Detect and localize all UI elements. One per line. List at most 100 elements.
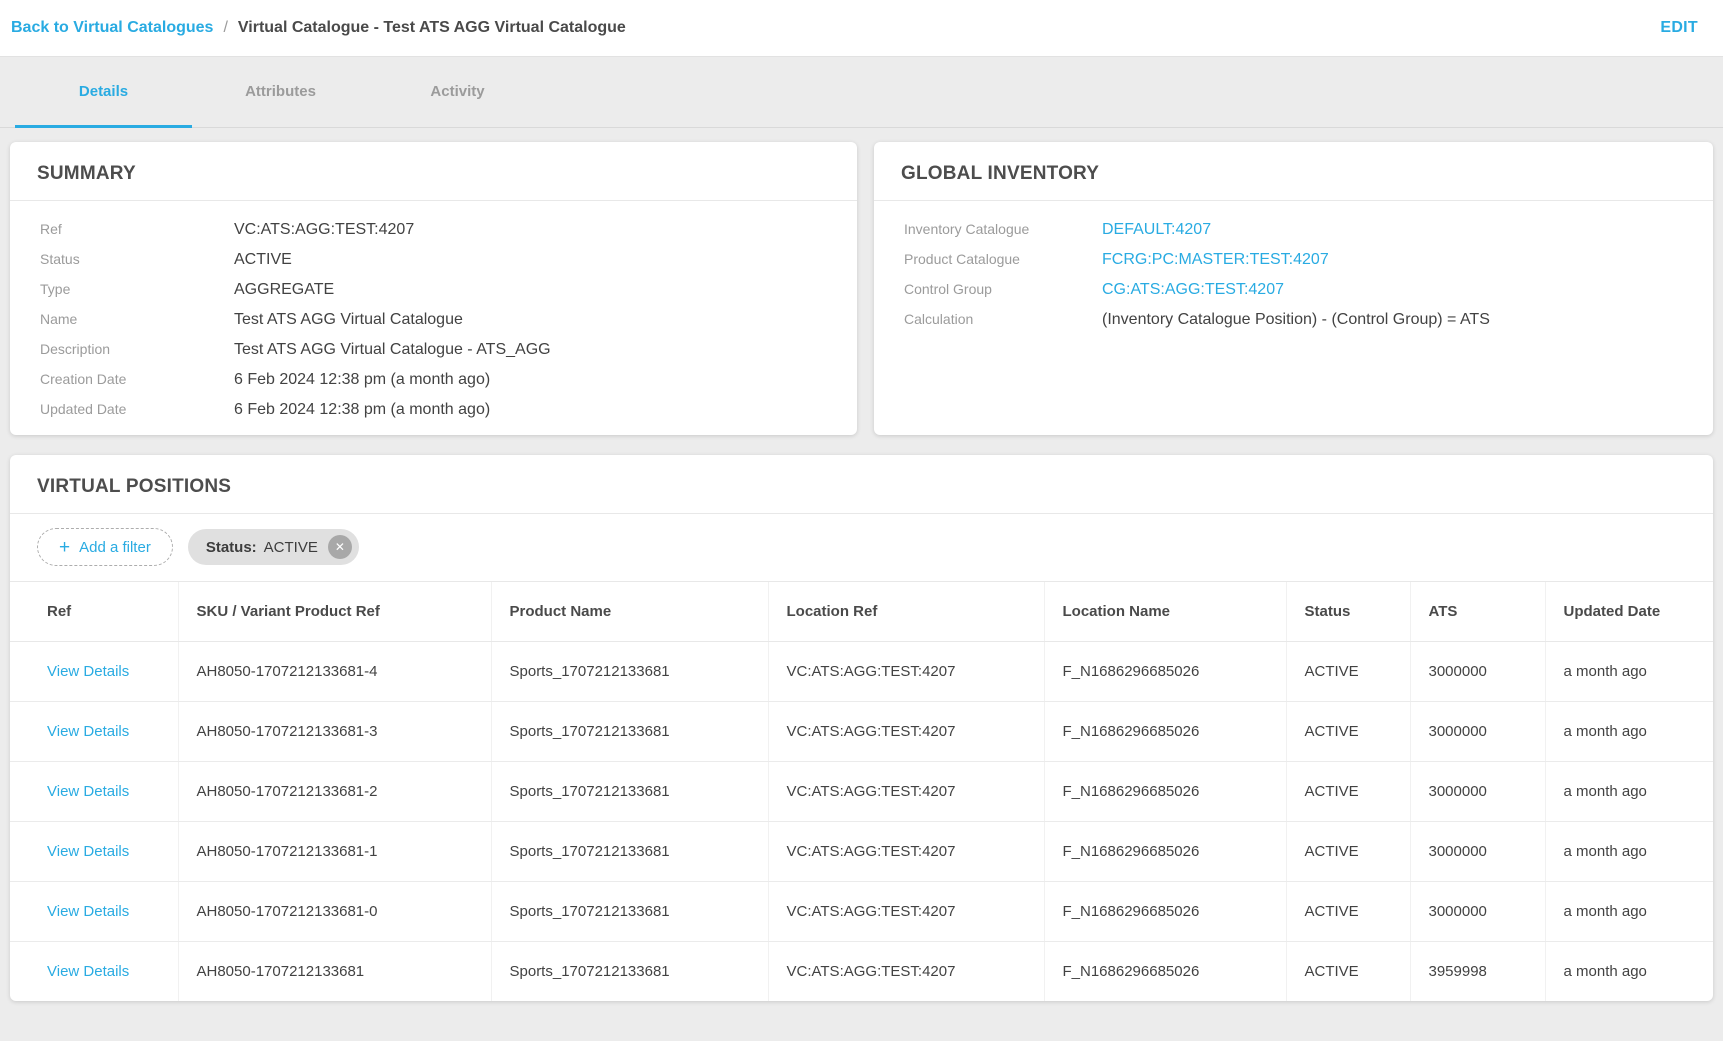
summary-field-status: Status ACTIVE (40, 251, 833, 269)
global-inventory-title: GLOBAL INVENTORY (874, 142, 1713, 200)
table-row: View Details AH8050-1707212133681-3 Spor… (10, 702, 1713, 762)
cell-product-name: Sports_1707212133681 (491, 882, 768, 942)
field-value: VC:ATS:AGG:TEST:4207 (234, 221, 414, 239)
cell-updated-date: a month ago (1545, 642, 1713, 702)
field-label: Description (40, 341, 234, 357)
column-header-sku: SKU / Variant Product Ref (178, 582, 491, 642)
global-inventory-card: GLOBAL INVENTORY Inventory Catalogue DEF… (874, 142, 1713, 435)
back-to-virtual-catalogues-link[interactable]: Back to Virtual Catalogues (11, 19, 213, 37)
cell-sku: AH8050-1707212133681 (178, 942, 491, 1002)
cell-updated-date: a month ago (1545, 762, 1713, 822)
summary-title: SUMMARY (10, 142, 857, 200)
cell-status: ACTIVE (1286, 702, 1410, 762)
cell-sku: AH8050-1707212133681-3 (178, 702, 491, 762)
field-label: Name (40, 311, 234, 327)
table-row: View Details AH8050-1707212133681-1 Spor… (10, 822, 1713, 882)
virtual-positions-table: Ref SKU / Variant Product Ref Product Na… (10, 582, 1713, 1001)
table-row: View Details AH8050-1707212133681-4 Spor… (10, 642, 1713, 702)
view-details-link[interactable]: View Details (47, 723, 129, 740)
chip-label: Status: (206, 539, 257, 556)
view-details-link[interactable]: View Details (47, 963, 129, 980)
cell-location-name: F_N1686296685026 (1044, 942, 1286, 1002)
column-header-location-ref: Location Ref (768, 582, 1044, 642)
field-value: ACTIVE (234, 251, 292, 269)
table-row: View Details AH8050-1707212133681-2 Spor… (10, 762, 1713, 822)
view-details-link[interactable]: View Details (47, 903, 129, 920)
inventory-catalogue-link[interactable]: DEFAULT:4207 (1102, 221, 1211, 239)
cell-ats: 3959998 (1410, 942, 1545, 1002)
view-details-link[interactable]: View Details (47, 663, 129, 680)
cell-product-name: Sports_1707212133681 (491, 702, 768, 762)
add-filter-button[interactable]: + Add a filter (37, 528, 173, 566)
tab-activity[interactable]: Activity (369, 57, 546, 128)
view-details-link[interactable]: View Details (47, 783, 129, 800)
global-field-product-catalogue: Product Catalogue FCRG:PC:MASTER:TEST:42… (904, 251, 1689, 269)
summary-field-description: Description Test ATS AGG Virtual Catalog… (40, 341, 833, 359)
field-label: Status (40, 251, 234, 267)
cell-updated-date: a month ago (1545, 822, 1713, 882)
field-value: AGGREGATE (234, 281, 334, 299)
global-field-calculation: Calculation (Inventory Catalogue Positio… (904, 311, 1689, 329)
field-value: 6 Feb 2024 12:38 pm (a month ago) (234, 401, 490, 419)
cell-product-name: Sports_1707212133681 (491, 642, 768, 702)
cell-location-ref: VC:ATS:AGG:TEST:4207 (768, 882, 1044, 942)
cell-location-ref: VC:ATS:AGG:TEST:4207 (768, 822, 1044, 882)
tab-attributes[interactable]: Attributes (192, 57, 369, 128)
cell-ats: 3000000 (1410, 882, 1545, 942)
breadcrumb-separator: / (223, 19, 227, 37)
cell-status: ACTIVE (1286, 882, 1410, 942)
close-icon[interactable]: ✕ (328, 535, 352, 559)
cell-location-name: F_N1686296685026 (1044, 762, 1286, 822)
field-label: Type (40, 281, 234, 297)
virtual-positions-title: VIRTUAL POSITIONS (10, 455, 1713, 513)
cell-sku: AH8050-1707212133681-0 (178, 882, 491, 942)
cell-product-name: Sports_1707212133681 (491, 762, 768, 822)
field-value: Test ATS AGG Virtual Catalogue - ATS_AGG (234, 341, 551, 359)
summary-field-creation-date: Creation Date 6 Feb 2024 12:38 pm (a mon… (40, 371, 833, 389)
page-title: Virtual Catalogue - Test ATS AGG Virtual… (238, 19, 626, 37)
cell-location-name: F_N1686296685026 (1044, 822, 1286, 882)
cell-product-name: Sports_1707212133681 (491, 942, 768, 1002)
virtual-positions-card: VIRTUAL POSITIONS + Add a filter Status:… (10, 455, 1713, 1001)
plus-icon: + (59, 538, 70, 557)
page: { "colors": { "accent": "#29abe2" }, "ic… (0, 0, 1723, 1041)
global-field-inventory-catalogue: Inventory Catalogue DEFAULT:4207 (904, 221, 1689, 239)
summary-field-updated-date: Updated Date 6 Feb 2024 12:38 pm (a mont… (40, 401, 833, 419)
field-label: Inventory Catalogue (904, 221, 1102, 237)
filter-bar: + Add a filter Status: ACTIVE ✕ (10, 514, 1713, 582)
product-catalogue-link[interactable]: FCRG:PC:MASTER:TEST:4207 (1102, 251, 1329, 269)
cell-location-ref: VC:ATS:AGG:TEST:4207 (768, 942, 1044, 1002)
cell-location-name: F_N1686296685026 (1044, 702, 1286, 762)
cell-status: ACTIVE (1286, 822, 1410, 882)
field-label: Creation Date (40, 371, 234, 387)
field-label: Updated Date (40, 401, 234, 417)
cell-status: ACTIVE (1286, 942, 1410, 1002)
breadcrumb: Back to Virtual Catalogues / Virtual Cat… (11, 19, 626, 37)
field-label: Ref (40, 221, 234, 237)
cell-ats: 3000000 (1410, 762, 1545, 822)
summary-fields: Ref VC:ATS:AGG:TEST:4207 Status ACTIVE T… (10, 201, 857, 419)
cards-row: SUMMARY Ref VC:ATS:AGG:TEST:4207 Status … (10, 142, 1713, 435)
summary-field-type: Type AGGREGATE (40, 281, 833, 299)
field-value: 6 Feb 2024 12:38 pm (a month ago) (234, 371, 490, 389)
edit-button[interactable]: EDIT (1660, 19, 1698, 37)
column-header-status: Status (1286, 582, 1410, 642)
chip-value: ACTIVE (264, 539, 318, 556)
cell-status: ACTIVE (1286, 762, 1410, 822)
summary-field-ref: Ref VC:ATS:AGG:TEST:4207 (40, 221, 833, 239)
tab-details[interactable]: Details (15, 57, 192, 128)
global-inventory-fields: Inventory Catalogue DEFAULT:4207 Product… (874, 201, 1713, 329)
table-row: View Details AH8050-1707212133681-0 Spor… (10, 882, 1713, 942)
column-header-product-name: Product Name (491, 582, 768, 642)
column-header-location-name: Location Name (1044, 582, 1286, 642)
control-group-link[interactable]: CG:ATS:AGG:TEST:4207 (1102, 281, 1284, 299)
status-filter-chip[interactable]: Status: ACTIVE ✕ (188, 529, 359, 565)
field-value: (Inventory Catalogue Position) - (Contro… (1102, 311, 1490, 329)
table-header-row: Ref SKU / Variant Product Ref Product Na… (10, 582, 1713, 642)
global-field-control-group: Control Group CG:ATS:AGG:TEST:4207 (904, 281, 1689, 299)
view-details-link[interactable]: View Details (47, 843, 129, 860)
column-header-ats: ATS (1410, 582, 1545, 642)
top-bar: Back to Virtual Catalogues / Virtual Cat… (0, 0, 1723, 57)
cell-ats: 3000000 (1410, 702, 1545, 762)
cell-product-name: Sports_1707212133681 (491, 822, 768, 882)
